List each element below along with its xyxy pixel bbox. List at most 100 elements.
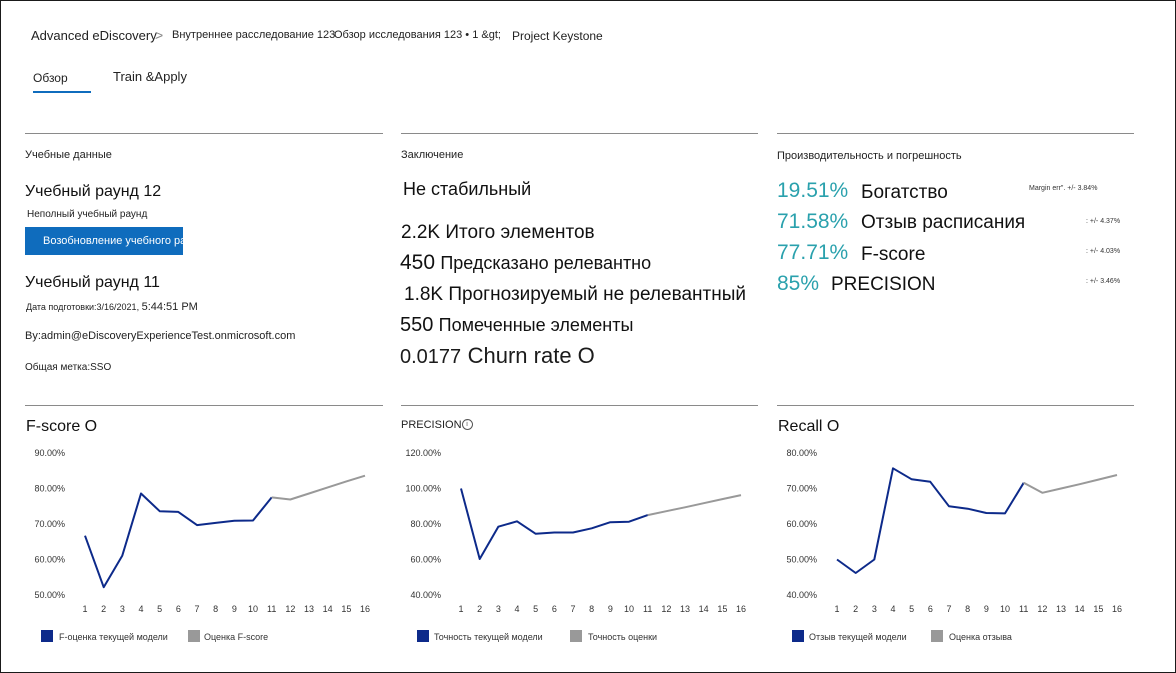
section-divider xyxy=(777,133,1134,134)
x-tick-label: 13 xyxy=(304,604,314,614)
x-tick-label: 8 xyxy=(213,604,218,614)
y-tick-label: 70.00% xyxy=(786,484,817,494)
stability-status: Не стабильный xyxy=(403,179,532,199)
x-tick-label: 8 xyxy=(589,604,594,614)
x-tick-label: 9 xyxy=(232,604,237,614)
y-tick-label: 60.00% xyxy=(786,519,817,529)
round12-status: Неполный учебный раунд xyxy=(27,209,148,220)
x-tick-label: 6 xyxy=(928,604,933,614)
x-tick-label: 16 xyxy=(736,604,746,614)
round11-title: Учебный раунд 11 xyxy=(25,274,160,291)
tagged-items-value: 550 xyxy=(400,314,434,336)
predicted-not-relevant-label: Прогнозируемый не релевантный xyxy=(448,284,746,305)
x-tick-label: 5 xyxy=(533,604,538,614)
precision-chart-title: PRECISION i xyxy=(401,419,473,431)
x-tick-label: 11 xyxy=(1019,604,1028,614)
y-tick-label: 50.00% xyxy=(786,555,817,565)
total-items: 2.2K Итого элементов xyxy=(401,222,595,244)
predicted-relevant-label: Предсказано релевантно xyxy=(440,253,652,273)
info-icon[interactable]: i xyxy=(461,419,473,430)
churn-rate-label: Churn rate O xyxy=(467,343,595,368)
precision-chart-title-text: PRECISION xyxy=(401,419,462,431)
y-tick-label: 40.00% xyxy=(410,590,441,600)
x-tick-label: 16 xyxy=(360,604,370,614)
y-tick-label: 100.00% xyxy=(405,484,441,494)
x-tick-label: 4 xyxy=(138,604,143,614)
x-tick-label: 1 xyxy=(458,604,463,614)
richness-label: Богатство xyxy=(861,182,948,203)
legend-label-current: Отзыв текущей модели xyxy=(809,632,907,642)
y-tick-label: 50.00% xyxy=(34,590,65,600)
breadcrumb-review[interactable]: Обзор исследования 123 • 1 &gt; xyxy=(334,29,501,41)
x-tick-label: 12 xyxy=(661,604,671,614)
x-tick-label: 10 xyxy=(248,604,258,614)
x-tick-label: 4 xyxy=(890,604,895,614)
legend-label-estimate: Оценка F-score xyxy=(204,632,269,642)
breadcrumb-root[interactable]: Advanced eDiscovery xyxy=(31,28,157,43)
legend-label-estimate: Оценка отзыва xyxy=(949,632,1012,642)
x-tick-label: 3 xyxy=(120,604,125,614)
y-tick-label: 70.00% xyxy=(34,519,65,529)
precision-label: PRECISION xyxy=(831,274,936,295)
x-tick-label: 2 xyxy=(477,604,482,614)
x-tick-label: 14 xyxy=(323,604,333,614)
x-tick-label: 13 xyxy=(1056,604,1066,614)
precision-error: : +/- 3.46% xyxy=(1086,278,1121,285)
total-items-label: Итого элементов xyxy=(445,222,595,243)
common-label: Общая метка:SSO xyxy=(25,362,112,373)
tab-train-apply[interactable]: Train &Apply xyxy=(113,69,187,84)
predicted-relevant-value: 450 xyxy=(400,251,436,274)
total-items-value: 2.2K xyxy=(401,222,441,243)
legend-swatch-estimate xyxy=(931,630,943,642)
y-tick-label: 80.00% xyxy=(786,448,817,458)
performance-section-title: Производительность и погрешность xyxy=(777,150,962,162)
x-tick-label: 2 xyxy=(853,604,858,614)
prep-date-label: Дата подготовки:3/16/2021, xyxy=(26,302,142,312)
y-tick-label: 120.00% xyxy=(405,448,441,458)
series-line-estimate xyxy=(647,494,742,517)
x-tick-label: 14 xyxy=(699,604,709,614)
x-tick-label: 12 xyxy=(1037,604,1047,614)
x-tick-label: 8 xyxy=(965,604,970,614)
x-tick-label: 11 xyxy=(267,604,276,614)
x-tick-label: 4 xyxy=(514,604,519,614)
x-tick-label: 13 xyxy=(680,604,690,614)
x-tick-label: 6 xyxy=(552,604,557,614)
training-section-title: Учебные данные xyxy=(25,149,112,161)
section-divider xyxy=(401,405,758,406)
y-tick-label: 60.00% xyxy=(34,555,65,565)
section-divider xyxy=(25,133,383,134)
series-line-current xyxy=(84,492,273,589)
x-tick-label: 6 xyxy=(176,604,181,614)
fscore-chart-title: F-score O xyxy=(26,418,98,435)
churn-rate-value: 0.0177 xyxy=(400,346,462,368)
x-tick-label: 2 xyxy=(101,604,106,614)
y-tick-label: 80.00% xyxy=(34,484,65,494)
y-tick-label: 80.00% xyxy=(410,519,441,529)
y-tick-label: 60.00% xyxy=(410,555,441,565)
x-tick-label: 7 xyxy=(946,604,951,614)
tab-overview[interactable]: Обзор xyxy=(33,71,68,85)
breadcrumb-case[interactable]: Внутреннее расследование 123 xyxy=(172,29,335,41)
conclusion-section-title: Заключение xyxy=(401,149,464,161)
fscore-error: : +/- 4.03% xyxy=(1086,248,1121,255)
series-line-estimate xyxy=(1023,474,1118,494)
x-tick-label: 16 xyxy=(1112,604,1122,614)
section-divider xyxy=(401,133,758,134)
churn-rate: 0.0177 Churn rate O xyxy=(400,343,595,369)
x-tick-label: 1 xyxy=(834,604,839,614)
legend-swatch-current xyxy=(417,630,429,642)
x-tick-label: 1 xyxy=(82,604,87,614)
x-tick-label: 12 xyxy=(285,604,295,614)
y-tick-label: 40.00% xyxy=(786,590,817,600)
x-tick-label: 11 xyxy=(643,604,652,614)
resume-training-button[interactable]: Возобновление учебного раунда xyxy=(25,227,183,255)
precision-chart: 120.00%100.00%80.00%60.00%40.00%1 2 3 4 5 6 7 8… xyxy=(405,448,746,614)
x-tick-label: 5 xyxy=(909,604,914,614)
section-divider xyxy=(25,405,383,406)
richness-value: 19.51% xyxy=(777,179,849,202)
x-tick-label: 7 xyxy=(570,604,575,614)
x-tick-label: 15 xyxy=(717,604,727,614)
section-divider xyxy=(777,405,1134,406)
recall-error: : +/- 4.37% xyxy=(1086,218,1121,225)
